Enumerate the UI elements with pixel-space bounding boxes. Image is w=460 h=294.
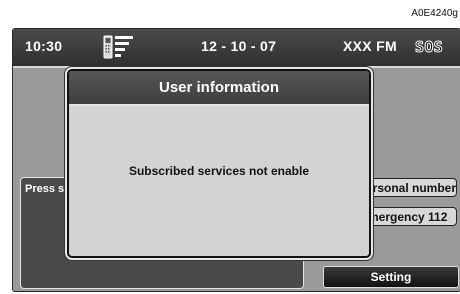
dialog-message: Subscribed services not enable <box>128 164 310 178</box>
figure-reference-code: A0E4240g <box>411 8 458 19</box>
user-information-dialog: User information Subscribed services not… <box>67 69 371 258</box>
personal-number-label: Personal number <box>357 181 456 195</box>
emergency-112-label: Emergency 112 <box>360 210 448 224</box>
radio-station: XXX FM <box>343 38 397 54</box>
dialog-title: User information <box>69 71 369 106</box>
panel-label: Press s <box>25 183 65 195</box>
setting-button[interactable]: Setting <box>323 266 459 288</box>
current-date: 12 - 10 - 07 <box>201 38 277 54</box>
sos-button[interactable]: SOS <box>415 38 444 57</box>
mobile-phone-signal-icon <box>103 35 133 59</box>
clock-time: 10:30 <box>25 38 63 54</box>
status-bar: 10:30 12 - 10 - 07 XXX FM SOS <box>13 29 460 68</box>
infotainment-screen: 10:30 12 - 10 - 07 XXX FM SOS Press s Pe… <box>12 28 460 292</box>
